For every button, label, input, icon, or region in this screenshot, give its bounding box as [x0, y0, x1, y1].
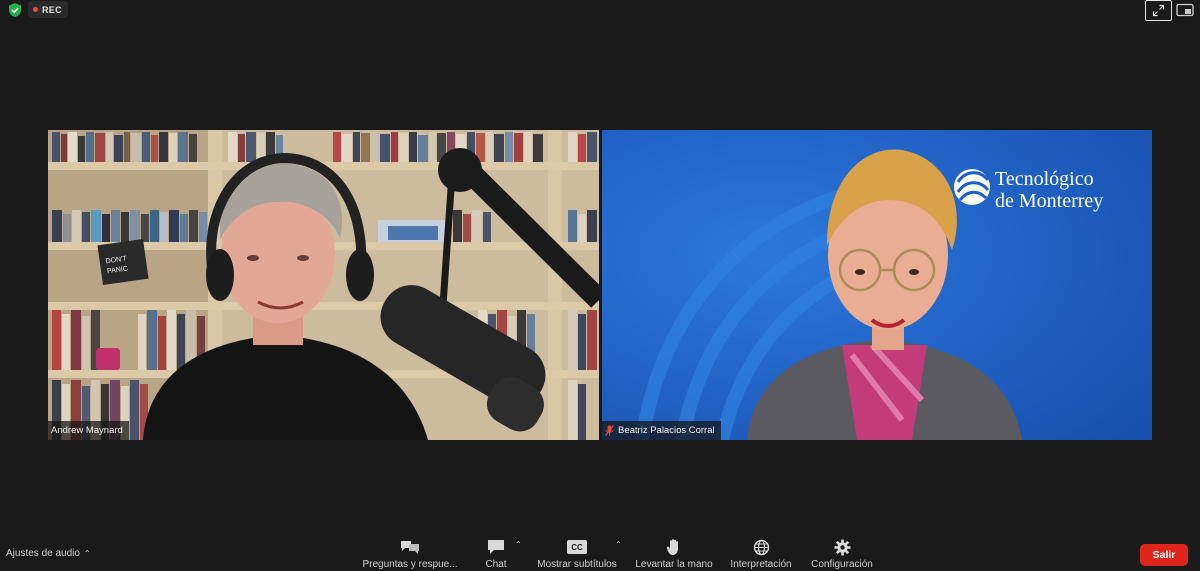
audio-settings-label: Ajustes de audio	[6, 548, 80, 559]
gallery-view-icon[interactable]	[1176, 3, 1194, 17]
captions-label: Mostrar subtítulos	[537, 559, 617, 570]
participant-name: Andrew Maynard	[51, 425, 123, 436]
video-tile-andrew-maynard[interactable]: DON'T PANIC Andrew Maynard	[48, 130, 599, 440]
brand-wordmark: Tecnológico de Monterrey	[995, 168, 1103, 212]
muted-mic-icon	[605, 425, 614, 436]
qa-button[interactable]: Preguntas y respue...	[360, 537, 460, 571]
brand-line-1: Tecnológico	[995, 168, 1094, 190]
video-tile-beatriz-palacios-corral[interactable]: Tecnológico de Monterrey Beatriz Palacio…	[602, 130, 1152, 440]
brand-line-2: de Monterrey	[995, 190, 1104, 212]
chat-bubble-icon	[487, 537, 505, 557]
raise-hand-button[interactable]: Levantar la mano	[634, 537, 714, 571]
cc-icon-text: CC	[567, 540, 587, 554]
audio-settings-button[interactable]: Ajustes de audio ⌃	[6, 548, 91, 559]
interpretation-label: Interpretación	[730, 559, 792, 570]
chat-label: Chat	[485, 559, 507, 570]
chat-options-caret-icon[interactable]: ⌃	[515, 540, 522, 549]
leave-button[interactable]: Salir	[1140, 544, 1188, 566]
raise-hand-label: Levantar la mano	[635, 559, 713, 570]
raise-hand-icon	[666, 537, 682, 557]
chat-button[interactable]: Chat	[476, 537, 516, 571]
participant-name: Beatriz Palacios Corral	[618, 425, 715, 436]
meeting-toolbar: Ajustes de audio ⌃ Preguntas y respue...…	[0, 537, 1200, 571]
cc-icon: CC	[567, 537, 587, 557]
expand-arrows-icon	[1152, 4, 1165, 17]
globe-icon	[753, 537, 770, 557]
settings-label: Configuración	[811, 559, 873, 570]
fullscreen-button[interactable]	[1145, 0, 1172, 21]
settings-button[interactable]: Configuración	[808, 537, 876, 571]
participant-name-tag: Beatriz Palacios Corral	[602, 421, 721, 440]
captions-button[interactable]: CC Mostrar subtítulos	[536, 537, 618, 571]
captions-options-caret-icon[interactable]: ⌃	[615, 540, 622, 549]
record-dot-icon	[33, 7, 38, 12]
gear-icon	[834, 537, 851, 557]
qa-label: Preguntas y respue...	[362, 559, 458, 570]
rec-label: REC	[42, 4, 62, 15]
qa-bubbles-icon	[399, 537, 421, 557]
recording-indicator[interactable]: REC	[28, 1, 68, 18]
interpretation-button[interactable]: Interpretación	[728, 537, 794, 571]
participant-name-tag: Andrew Maynard	[48, 421, 129, 440]
chevron-up-icon: ⌃	[83, 549, 91, 558]
participant-video: DON'T PANIC	[48, 130, 599, 440]
shield-icon[interactable]	[7, 2, 23, 18]
